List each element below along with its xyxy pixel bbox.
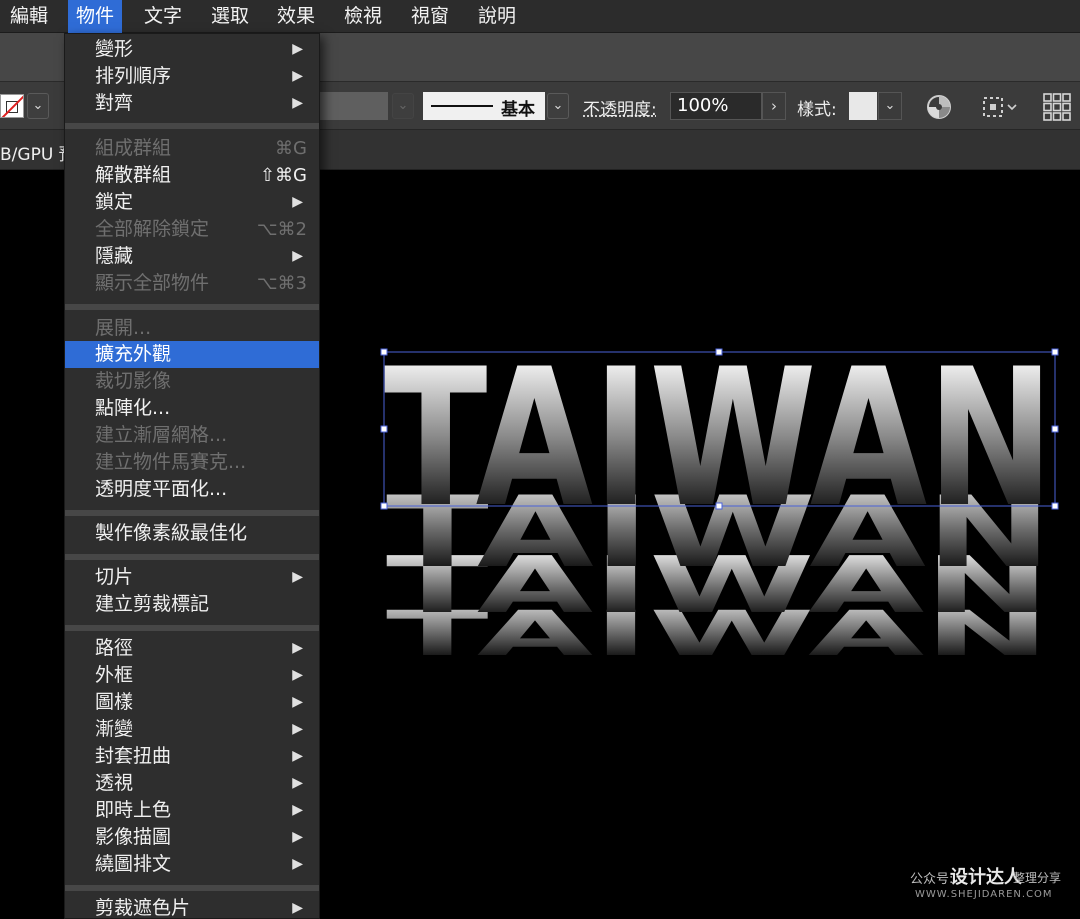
menu-item-arrange[interactable]: 排列順序 ▶ (65, 63, 319, 90)
menu-help[interactable]: 說明 (470, 0, 524, 33)
menu-separator (65, 625, 319, 631)
stroke-none-swatch[interactable] (0, 94, 24, 118)
menu-object[interactable]: 物件 (68, 0, 123, 33)
menu-item-shape[interactable]: 外框 ▶ (65, 662, 319, 689)
submenu-arrow-icon: ▶ (292, 640, 303, 656)
menu-item-create-object-mosaic: 建立物件馬賽克... (95, 451, 247, 473)
menu-item-envelope-distort[interactable]: 封套扭曲 ▶ (65, 743, 319, 770)
menu-edit[interactable]: 編輯 (2, 0, 56, 33)
menu-view[interactable]: 檢視 (336, 0, 390, 33)
opacity-arrow-button[interactable]: › (762, 92, 786, 120)
menu-item-text-wrap[interactable]: 繞圖排文 ▶ (65, 851, 319, 878)
style-label: 樣式: (797, 100, 837, 120)
menu-type[interactable]: 文字 (136, 0, 190, 33)
menu-item-show-all: 顯示全部物件 ⌥⌘3 (95, 272, 307, 294)
artwork-text-layer-1: TAIWAN (384, 328, 1054, 549)
submenu-arrow-icon: ▶ (292, 775, 303, 791)
menu-item-create-gradient-mesh: 建立漸層網格... (95, 424, 228, 446)
submenu-arrow-icon: ▶ (292, 41, 303, 57)
submenu-arrow-icon: ▶ (292, 194, 303, 210)
menu-item-rasterize[interactable]: 點陣化... (65, 395, 319, 422)
watermark-suffix: 整理分享 (1013, 871, 1062, 885)
menu-effect[interactable]: 效果 (269, 0, 323, 33)
menu-item-expand-appearance[interactable]: 擴充外觀 (65, 341, 319, 368)
menu-separator (65, 885, 319, 891)
align-to-icon[interactable] (982, 95, 1020, 119)
menu-item-hide[interactable]: 隱藏 ▶ (65, 243, 319, 270)
menu-separator (65, 554, 319, 560)
submenu-arrow-icon: ▶ (292, 900, 303, 916)
watermark-url: WWW.SHEJIDAREN.COM (915, 889, 1053, 900)
submenu-arrow-icon: ▶ (292, 95, 303, 111)
menu-item-lock[interactable]: 鎖定 ▶ (65, 189, 319, 216)
menu-item-flatten-transparency[interactable]: 透明度平面化... (65, 476, 319, 503)
stroke-weight-field[interactable] (318, 92, 388, 120)
menu-item-live-paint[interactable]: 即時上色 ▶ (65, 797, 319, 824)
submenu-arrow-icon: ▶ (292, 248, 303, 264)
stroke-swatch-dropdown[interactable]: ⌄ (27, 93, 49, 119)
stroke-line-preview (431, 105, 493, 107)
stroke-profile-dropdown[interactable]: ⌄ (547, 93, 569, 119)
menu-item-transform[interactable]: 變形 ▶ (65, 36, 319, 63)
menu-window[interactable]: 視窗 (403, 0, 457, 33)
menu-item-align[interactable]: 對齊 ▶ (65, 90, 319, 117)
opacity-field[interactable]: 100% (670, 92, 762, 120)
menu-select[interactable]: 選取 (203, 0, 257, 33)
menu-item-ungroup[interactable]: 解散群組 ⇧⌘G (65, 162, 319, 189)
menu-item-slice[interactable]: 切片 ▶ (65, 564, 319, 591)
submenu-arrow-icon: ▶ (292, 748, 303, 764)
stroke-profile-label: 基本 (501, 100, 535, 120)
submenu-arrow-icon: ▶ (292, 667, 303, 683)
menu-item-pixel-perfect[interactable]: 製作像素級最佳化 (65, 520, 319, 547)
opacity-label[interactable]: 不透明度: (583, 95, 657, 120)
menu-item-unlock-all: 全部解除鎖定 ⌥⌘2 (95, 218, 307, 240)
transform-grid-icon[interactable] (1043, 93, 1071, 121)
submenu-arrow-icon: ▶ (292, 694, 303, 710)
menu-item-crop-image: 裁切影像 (95, 370, 172, 392)
submenu-arrow-icon: ▶ (292, 569, 303, 585)
stroke-profile-field[interactable]: 基本 (423, 92, 545, 120)
submenu-arrow-icon: ▶ (292, 721, 303, 737)
submenu-arrow-icon: ▶ (292, 829, 303, 845)
menu-item-clipping-mask[interactable]: 剪裁遮色片 ▶ (65, 895, 319, 919)
submenu-arrow-icon: ▶ (292, 68, 303, 84)
menu-item-path[interactable]: 路徑 ▶ (65, 635, 319, 662)
watermark-prefix: 公众号: (910, 872, 954, 887)
menu-item-group: 組成群組 ⌘G (95, 137, 307, 159)
graphic-style-swatch[interactable] (849, 92, 877, 120)
menu-separator (65, 123, 319, 129)
menu-item-expand: 展開... (95, 317, 152, 339)
object-menu-dropdown: 變形 ▶ 排列順序 ▶ 對齊 ▶ 組成群組 ⌘G 解散群組 ⇧⌘G 鎖定 ▶ 全部解除鎖定 ⌥… (64, 33, 320, 919)
menu-separator (65, 304, 319, 310)
menu-item-create-trim-marks[interactable]: 建立剪裁標記 (65, 591, 319, 618)
menu-item-image-trace[interactable]: 影像描圖 ▶ (65, 824, 319, 851)
submenu-arrow-icon: ▶ (292, 802, 303, 818)
watermark-brand: 设计达人 (950, 867, 1022, 888)
stroke-weight-dropdown[interactable]: ⌄ (392, 93, 414, 119)
graphic-style-dropdown[interactable]: ⌄ (878, 92, 902, 120)
menu-bar: 編輯 物件 文字 選取 效果 檢視 視窗 說明 (0, 0, 1080, 33)
menu-separator (65, 510, 319, 516)
submenu-arrow-icon: ▶ (292, 856, 303, 872)
menu-item-blend[interactable]: 漸變 ▶ (65, 716, 319, 743)
menu-item-perspective[interactable]: 透視 ▶ (65, 770, 319, 797)
recolor-artwork-icon[interactable] (926, 94, 952, 120)
menu-item-pattern[interactable]: 圖樣 ▶ (65, 689, 319, 716)
